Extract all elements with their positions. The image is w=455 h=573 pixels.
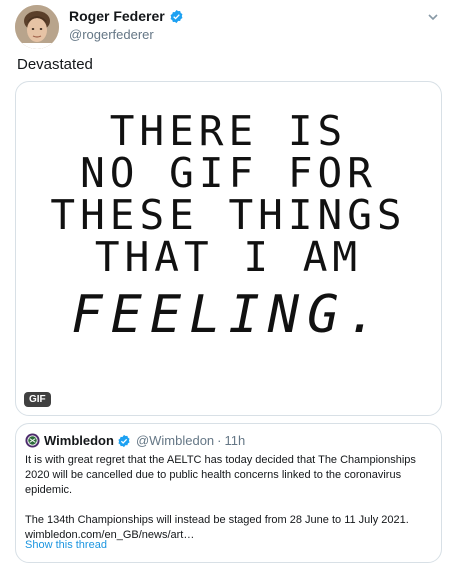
gif-badge: GIF <box>24 392 51 407</box>
quoted-tweet-header: Wimbledon @Wimbledon · 11h <box>25 433 245 448</box>
show-thread-link[interactable]: Show this thread <box>25 539 107 551</box>
gif-media[interactable]: THERE IS NO GIF FOR THESE THINGS THAT I … <box>15 81 442 416</box>
gif-emphasis-line: FEELING. <box>71 285 386 345</box>
quoted-tweet-body: It is with great regret that the AELTC h… <box>25 453 435 543</box>
tweet-text: Devastated <box>17 56 93 73</box>
quoted-line: The 134th Championships will instead be … <box>25 514 409 526</box>
gif-text: THERE IS NO GIF FOR THESE THINGS THAT I … <box>16 110 441 344</box>
gif-line: THESE THINGS <box>50 191 407 239</box>
author-name-row: Roger Federer <box>69 8 184 24</box>
quoted-tweet[interactable]: Wimbledon @Wimbledon · 11h It is with gr… <box>15 423 442 563</box>
verified-badge-icon <box>117 434 131 448</box>
gif-line: NO GIF FOR <box>80 149 377 197</box>
quoted-author-name: Wimbledon <box>44 433 114 448</box>
quoted-author-handle: @Wimbledon <box>135 433 215 448</box>
quoted-timestamp: 11h <box>224 433 246 448</box>
author-name[interactable]: Roger Federer <box>69 8 165 24</box>
wimbledon-logo-icon <box>25 433 40 448</box>
gif-line: THERE IS <box>109 107 348 155</box>
verified-badge-icon <box>169 9 184 24</box>
gif-line: THAT I AM <box>94 233 363 281</box>
tweet: Roger Federer @rogerfederer Devastated T… <box>0 0 455 573</box>
author-handle[interactable]: @rogerfederer <box>69 27 154 42</box>
chevron-down-icon[interactable] <box>426 10 440 24</box>
separator-dot: · <box>217 433 222 448</box>
avatar[interactable] <box>15 5 59 49</box>
avatar-image <box>15 5 59 49</box>
quoted-paragraph: It is with great regret that the AELTC h… <box>25 454 416 496</box>
